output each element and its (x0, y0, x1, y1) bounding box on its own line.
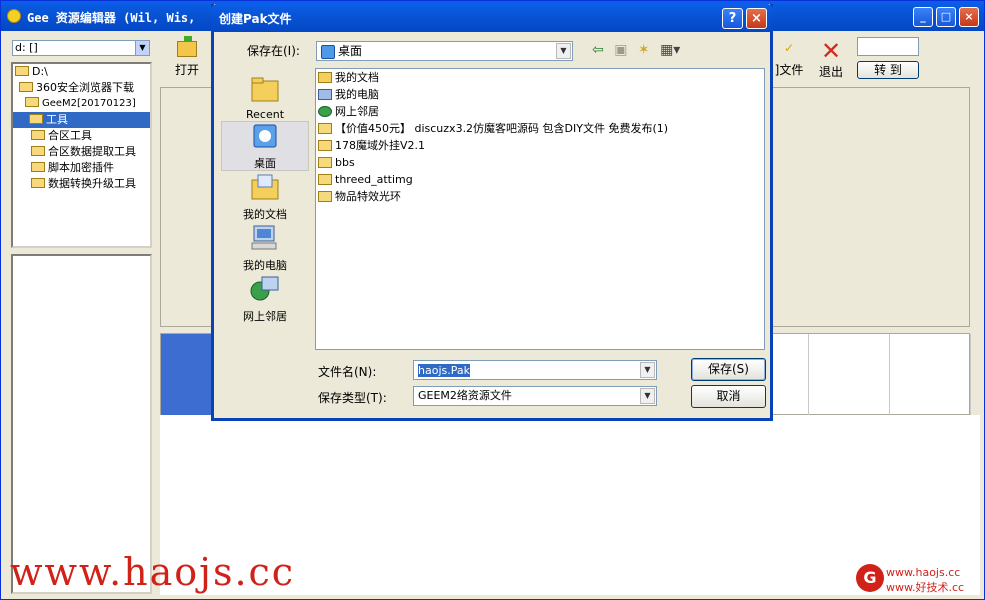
dialog-titlebar[interactable]: 创建Pak文件 ? × (211, 4, 773, 32)
filename-value: haojs.Pak (418, 364, 470, 377)
filetype-value: GEEM2络资源文件 (418, 389, 512, 402)
up-folder-icon[interactable]: ▣ (614, 42, 627, 58)
open-button[interactable]: 打开 (171, 36, 203, 78)
list-item[interactable]: 网上邻居 (318, 104, 379, 120)
place-my-computer[interactable]: 我的电脑 (221, 224, 309, 274)
new-folder-icon[interactable]: ✶ (638, 42, 650, 58)
folder-icon (31, 130, 45, 140)
file-list[interactable]: 我的文档 我的电脑 网上邻居 【价值450元】 discuzx3.2仿魔客吧源码… (315, 68, 765, 350)
folder-icon (318, 190, 332, 202)
tree-item-merge-tool[interactable]: 合区工具 (31, 128, 92, 144)
watermark-text: www.haojs.cc (10, 550, 296, 594)
my-computer-icon (251, 225, 277, 250)
tree-item-convert-tool[interactable]: 数据转换升级工具 (31, 176, 136, 192)
my-computer-icon (318, 88, 332, 100)
chevron-down-icon[interactable]: ▼ (640, 362, 655, 378)
dialog-close-button[interactable]: × (746, 8, 767, 29)
place-recent[interactable]: Recent (221, 75, 309, 123)
folder-open-icon (19, 82, 33, 92)
folder-tree[interactable]: D:\ 360安全浏览器下载 GeeM2[20170123] 工具 合区工具 合… (11, 62, 152, 248)
list-item[interactable]: 【价值450元】 discuzx3.2仿魔客吧源码 包含DIY文件 免费发布(1… (318, 121, 668, 137)
check-icon: ✓ (783, 41, 795, 55)
folder-icon (318, 139, 332, 151)
open-folder-icon (177, 36, 197, 57)
tree-item-tools[interactable]: 工具 (13, 112, 150, 128)
drive-select[interactable]: d: [] ▼ (12, 40, 150, 56)
list-item[interactable]: 178魔域外挂V2.1 (318, 138, 425, 154)
tree-item-script-plugin[interactable]: 脚本加密插件 (31, 160, 114, 176)
list-item[interactable]: bbs (318, 155, 355, 171)
filename-field[interactable]: haojs.Pak ▼ (413, 360, 657, 380)
drive-select-value: d: [] (15, 41, 38, 54)
list-item[interactable]: 物品特效光环 (318, 189, 401, 205)
goto-button[interactable]: 转 到 (857, 61, 919, 79)
grid-divider (889, 334, 890, 416)
grid-divider (808, 334, 809, 416)
main-window-title: Gee 资源编辑器 (Wil, Wis, (27, 11, 196, 25)
network-icon (318, 105, 332, 117)
place-desktop[interactable]: 桌面 (221, 121, 309, 171)
chevron-down-icon[interactable]: ▼ (640, 388, 655, 404)
folder-icon (31, 162, 45, 172)
network-icon (250, 276, 279, 301)
desktop-icon (321, 44, 335, 59)
tree-item-geem2[interactable]: GeeM2[20170123] (25, 96, 136, 112)
place-network[interactable]: 网上邻居 (221, 275, 309, 325)
dialog-title: 创建Pak文件 (219, 12, 292, 26)
help-button[interactable]: ? (722, 8, 743, 29)
folder-icon (318, 173, 332, 185)
minimize-button[interactable]: _ (913, 7, 933, 27)
list-item[interactable]: 我的电脑 (318, 87, 379, 103)
folder-open-icon (25, 97, 39, 107)
close-button[interactable]: × (959, 7, 979, 27)
chevron-down-icon[interactable]: ▼ (135, 41, 149, 55)
tree-item-browser-downloads[interactable]: 360安全浏览器下载 (19, 80, 134, 96)
folder-icon (31, 178, 45, 188)
exit-x-icon: ✕ (820, 37, 842, 65)
cancel-button[interactable]: 取消 (691, 385, 766, 408)
folder-icon (318, 122, 332, 134)
my-documents-icon (251, 174, 279, 200)
places-bar: Recent 桌面 我的文档 我的电脑 网上邻居 (221, 69, 309, 349)
folder-open-icon (29, 114, 43, 124)
maximize-button[interactable]: □ (936, 7, 956, 27)
back-arrow-icon[interactable]: ⇦ (592, 42, 604, 58)
tree-item-merge-data-tool[interactable]: 合区数据提取工具 (31, 144, 136, 160)
view-menu-icon[interactable]: ▦▾ (660, 42, 680, 58)
chevron-down-icon[interactable]: ▼ (556, 43, 571, 59)
desktop-icon (253, 124, 277, 148)
recent-folder-icon (251, 77, 279, 102)
folder-icon (318, 156, 332, 168)
place-my-documents[interactable]: 我的文档 (221, 173, 309, 223)
grid-divider (970, 334, 971, 416)
filetype-select[interactable]: GEEM2络资源文件 ▼ (413, 386, 657, 406)
grid-selected-cell[interactable] (161, 334, 217, 416)
app-smiley-icon (7, 9, 21, 23)
folder-open-icon (15, 66, 29, 76)
tree-item-drive[interactable]: D:\ (15, 64, 48, 80)
my-documents-icon (318, 71, 332, 83)
save-in-label: 保存在(I): (247, 44, 300, 58)
dialog-nav-toolbar: ⇦ ▣ ✶ ▦▾ (592, 42, 686, 58)
file-button[interactable]: ✓ ]文件 (773, 41, 805, 78)
save-dialog: 创建Pak文件 ? × 保存在(I): 桌面 ▼ ⇦ ▣ ✶ ▦▾ Recent… (211, 4, 773, 421)
list-item[interactable]: threed_attimg (318, 172, 413, 188)
save-button[interactable]: 保存(S) (691, 358, 766, 381)
goto-input[interactable] (857, 37, 919, 56)
folder-icon (31, 146, 45, 156)
exit-button[interactable]: ✕ 退出 (815, 39, 847, 80)
file-list-panel[interactable] (11, 254, 152, 594)
filetype-label: 保存类型(T): (318, 391, 387, 405)
save-in-select[interactable]: 桌面 ▼ (316, 41, 573, 61)
list-item[interactable]: 我的文档 (318, 70, 379, 86)
watermark-corner: www.haojs.cc www.好技术.cc (886, 566, 965, 594)
watermark-logo-icon: G (856, 564, 884, 592)
filename-label: 文件名(N): (318, 365, 377, 379)
